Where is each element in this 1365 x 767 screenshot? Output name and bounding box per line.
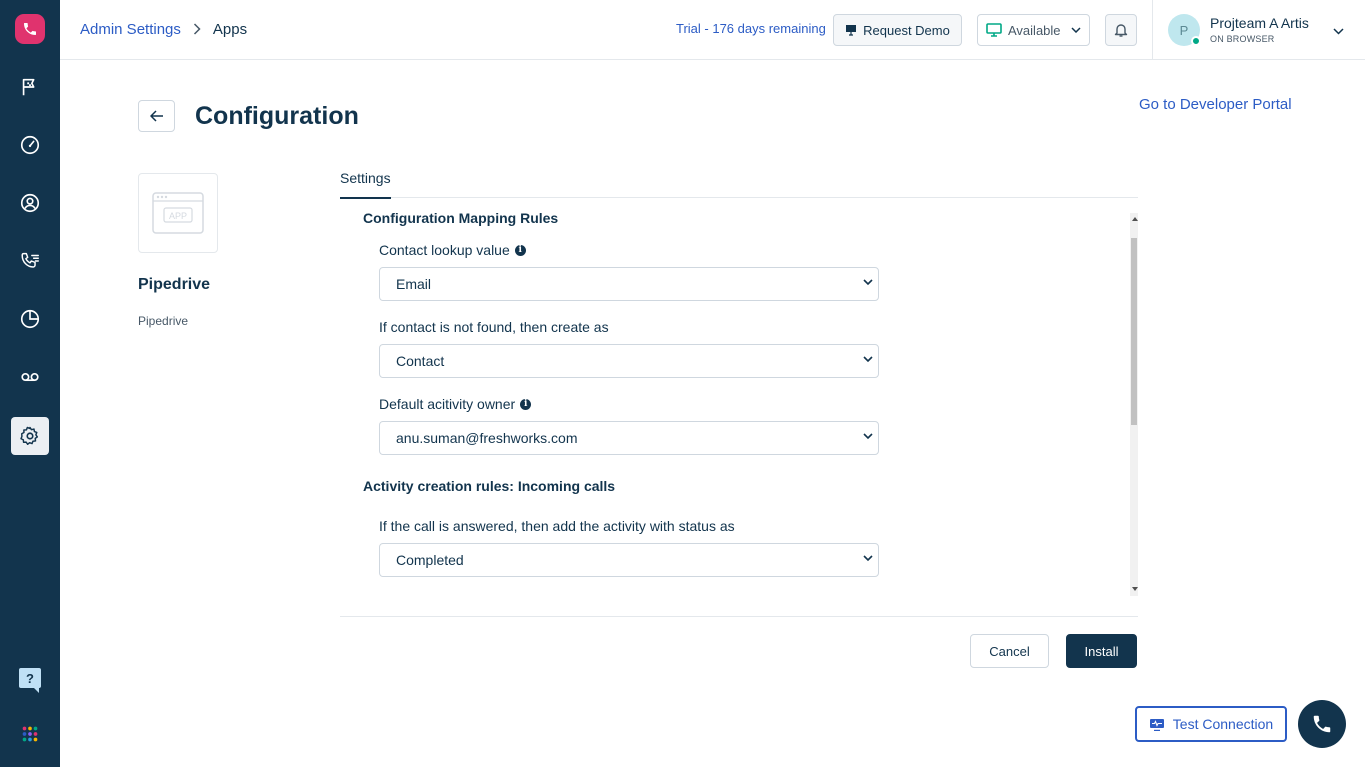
answered-status-value: Completed <box>396 552 464 568</box>
chevron-right-icon <box>193 22 201 38</box>
create-as-value: Contact <box>396 353 445 369</box>
sidebar: ? <box>0 0 60 767</box>
scroll-down-arrow-icon[interactable] <box>1132 587 1138 591</box>
presentation-icon <box>846 25 857 36</box>
chevron-down-icon <box>863 356 873 363</box>
tab-settings[interactable]: Settings <box>340 170 391 199</box>
create-as-select[interactable]: Contact <box>379 344 879 378</box>
app-name: Pipedrive <box>138 276 211 293</box>
info-icon[interactable]: i <box>520 398 532 410</box>
gear-icon <box>20 426 39 445</box>
sidebar-item-admin-settings[interactable] <box>11 417 49 455</box>
sidebar-item-app-switcher[interactable] <box>11 715 49 753</box>
tab-bar: Settings <box>340 162 1138 199</box>
call-answered-label: If the call is answered, then add the ac… <box>379 518 735 534</box>
top-bar: Admin Settings Apps Trial - 176 days rem… <box>60 0 1365 60</box>
scroll-thumb[interactable] <box>1131 238 1137 425</box>
availability-value: Available <box>1008 22 1061 38</box>
chevron-down-icon <box>863 555 873 562</box>
chevron-down-icon <box>863 279 873 286</box>
app-subtitle: Pipedrive <box>138 314 189 328</box>
activity-owner-select[interactable]: anu.suman@freshworks.com <box>379 421 879 455</box>
chevron-down-icon <box>1071 27 1081 33</box>
info-icon[interactable]: i <box>514 244 526 256</box>
help-icon-label: ? <box>26 670 34 686</box>
sidebar-item-analytics[interactable] <box>11 300 49 338</box>
sidebar-item-help[interactable]: ? <box>11 659 49 697</box>
user-menu-chevron-down-icon[interactable] <box>1333 22 1344 40</box>
section-title-incoming-calls: Activity creation rules: Incoming calls <box>363 478 616 494</box>
availability-dropdown[interactable]: Available <box>977 14 1090 46</box>
trial-status[interactable]: Trial - 176 days remaining <box>676 21 826 36</box>
breadcrumb: Admin Settings Apps <box>80 21 247 38</box>
request-demo-label: Request Demo <box>863 22 950 38</box>
app-grid-icon <box>22 726 38 742</box>
flag-icon <box>22 78 35 96</box>
sidebar-item-call-log[interactable] <box>11 242 49 280</box>
contact-lookup-select[interactable]: Email <box>379 267 879 301</box>
cancel-button[interactable]: Cancel <box>970 634 1049 668</box>
activity-owner-label-text: Default acitivity owner <box>379 396 516 412</box>
section-title-mapping-rules: Configuration Mapping Rules <box>363 210 559 226</box>
chevron-down-icon <box>863 433 873 440</box>
voicemail-icon <box>21 372 39 382</box>
not-found-label: If contact is not found, then create as <box>379 319 609 335</box>
activity-owner-value: anu.suman@freshworks.com <box>396 430 578 446</box>
app-placeholder-label: APP <box>169 211 187 221</box>
activity-owner-label: Default acitivity owner i <box>379 396 532 412</box>
avatar-initial: P <box>1179 22 1189 38</box>
configuration-form: Configuration Mapping Rules Contact look… <box>340 210 1138 596</box>
back-button[interactable] <box>138 100 175 132</box>
phone-icon <box>1313 715 1331 733</box>
app-placeholder-icon: APP <box>152 192 204 234</box>
user-circle-icon <box>20 193 40 213</box>
form-scrollbar[interactable] <box>1130 213 1138 596</box>
gauge-icon <box>20 135 40 155</box>
online-status-dot <box>1191 36 1201 46</box>
sidebar-item-contacts[interactable] <box>11 184 49 222</box>
monitor-pulse-icon <box>1149 718 1164 731</box>
breadcrumb-admin-settings[interactable]: Admin Settings <box>80 21 181 38</box>
request-demo-button[interactable]: Request Demo <box>833 14 962 46</box>
breadcrumb-apps: Apps <box>212 21 248 38</box>
sidebar-item-dashboard[interactable] <box>11 126 49 164</box>
help-icon: ? <box>19 668 41 693</box>
app-icon: APP <box>138 173 218 253</box>
avatar[interactable]: P <box>1168 14 1201 46</box>
user-status: ON BROWSER <box>1210 34 1275 44</box>
divider <box>1152 0 1153 60</box>
footer-divider <box>340 616 1138 617</box>
bell-icon <box>1114 24 1128 37</box>
notifications-button[interactable] <box>1105 14 1137 46</box>
app-logo-phone-icon[interactable] <box>15 14 45 44</box>
developer-portal-link[interactable]: Go to Developer Portal <box>1139 96 1292 113</box>
pie-chart-icon <box>20 309 40 329</box>
scroll-up-arrow-icon[interactable] <box>1132 217 1138 221</box>
page-title: Configuration <box>195 102 359 130</box>
contact-lookup-label: Contact lookup value i <box>379 242 526 258</box>
phone-dialer-button[interactable] <box>1298 700 1346 748</box>
test-connection-button[interactable]: Test Connection <box>1135 706 1287 742</box>
user-name[interactable]: Projteam A Artis <box>1210 15 1309 31</box>
call-answered-label-text: If the call is answered, then add the ac… <box>379 518 735 534</box>
sidebar-item-voicemail[interactable] <box>11 358 49 396</box>
answered-status-select[interactable]: Completed <box>379 543 879 577</box>
contact-lookup-label-text: Contact lookup value <box>379 242 510 258</box>
test-connection-label: Test Connection <box>1172 716 1274 732</box>
call-list-icon <box>21 252 39 268</box>
install-button[interactable]: Install <box>1066 634 1137 668</box>
sidebar-item-getting-started[interactable] <box>11 68 49 106</box>
not-found-label-text: If contact is not found, then create as <box>379 319 609 335</box>
monitor-icon <box>986 23 1002 37</box>
arrow-left-icon <box>149 110 163 122</box>
contact-lookup-value: Email <box>396 276 432 292</box>
